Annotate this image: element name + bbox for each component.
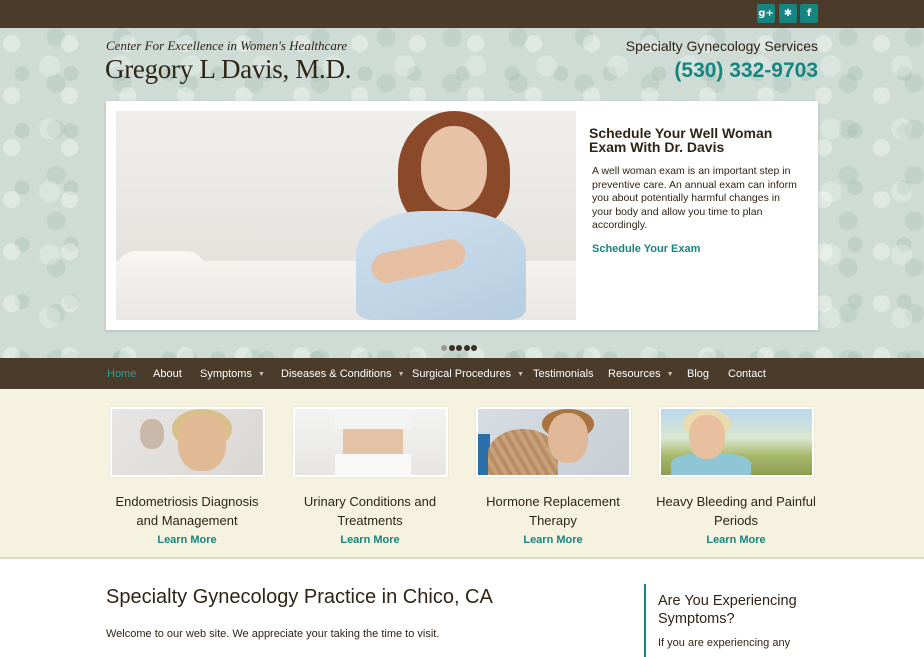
top-bar: g+ ✱ f xyxy=(0,0,924,28)
feature-card-heavy-bleeding: Heavy Bleeding and Painful Periods Learn… xyxy=(653,407,819,546)
slider-dot[interactable] xyxy=(471,345,477,351)
nav-item-testimonials[interactable]: Testimonials xyxy=(533,368,594,380)
slide-photo-woman xyxy=(116,111,576,320)
sidebar-title: Are You Experiencing Symptoms? xyxy=(658,593,797,627)
nav-item-symptoms[interactable]: Symptoms ▼ xyxy=(200,368,265,380)
sidebar-text: If you are experiencing any xyxy=(658,637,791,649)
nav-item-home[interactable]: Home xyxy=(107,368,136,380)
nav-item-about[interactable]: About xyxy=(153,368,182,380)
nav-item-diseases-conditions[interactable]: Diseases & Conditions ▼ xyxy=(281,368,405,380)
slider-dot[interactable] xyxy=(463,345,470,351)
chevron-down-icon: ▼ xyxy=(666,371,674,378)
feature-card-endometriosis: Endometriosis Diagnosis and Management L… xyxy=(104,407,270,546)
learn-more-link[interactable]: Learn More xyxy=(287,534,453,546)
learn-more-link[interactable]: Learn More xyxy=(653,534,819,546)
feature-title: Hormone Replacement Therapy xyxy=(486,494,620,528)
learn-more-link[interactable]: Learn More xyxy=(104,534,270,546)
main-nav: Home About Symptoms ▼ Diseases & Conditio… xyxy=(0,358,924,389)
slide-title: Schedule Your Well Woman Exam With Dr. D… xyxy=(589,125,773,155)
slider-dot[interactable] xyxy=(441,345,447,351)
schedule-exam-link[interactable]: Schedule Your Exam xyxy=(592,243,700,255)
feature-title: Endometriosis Diagnosis and Management xyxy=(115,494,259,528)
nav-item-contact[interactable]: Contact xyxy=(728,368,766,380)
hero-slider: Schedule Your Well Woman Exam With Dr. D… xyxy=(106,101,818,330)
slider-dot[interactable] xyxy=(456,345,462,351)
facebook-icon[interactable]: f xyxy=(800,4,818,23)
feature-card-urinary: Urinary Conditions and Treatments Learn … xyxy=(287,407,453,546)
chevron-down-icon: ▼ xyxy=(397,371,405,378)
phone-number-link[interactable]: (530) 332-9703 xyxy=(674,59,818,83)
chevron-down-icon: ▼ xyxy=(517,371,524,378)
site-tagline: Center For Excellence in Women's Healthc… xyxy=(106,38,348,53)
feature-band: Endometriosis Diagnosis and Management L… xyxy=(0,389,924,559)
chevron-down-icon: ▼ xyxy=(257,371,265,378)
feature-card-hormone: Hormone Replacement Therapy Learn More xyxy=(470,407,636,546)
slide-text: A well woman exam is an important step i… xyxy=(592,165,797,231)
feature-title: Heavy Bleeding and Painful Periods xyxy=(656,494,816,528)
nav-item-resources[interactable]: Resources ▼ xyxy=(608,368,674,380)
google-plus-icon[interactable]: g+ xyxy=(757,4,775,23)
feature-thumbnail[interactable] xyxy=(292,407,448,477)
nav-item-blog[interactable]: Blog xyxy=(687,368,709,380)
services-heading: Specialty Gynecology Services xyxy=(625,38,818,54)
feature-thumbnail[interactable] xyxy=(109,407,265,477)
yelp-icon[interactable]: ✱ xyxy=(779,4,797,23)
site-logo-name[interactable]: Gregory L Davis, M.D. xyxy=(105,54,351,85)
sidebar-widget: Are You Experiencing Symptoms? If you ar… xyxy=(644,584,824,657)
feature-thumbnail[interactable] xyxy=(658,407,814,477)
feature-title: Urinary Conditions and Treatments xyxy=(303,494,437,528)
nav-item-surgical-procedures[interactable]: Surgical Procedures ▼ xyxy=(412,368,524,380)
learn-more-link[interactable]: Learn More xyxy=(470,534,636,546)
slider-pagination xyxy=(441,338,479,351)
page-title: Specialty Gynecology Practice in Chico, … xyxy=(106,586,493,608)
slider-dot[interactable] xyxy=(448,345,455,351)
feature-thumbnail[interactable] xyxy=(475,407,631,477)
intro-text: Welcome to our web site. We appreciate y… xyxy=(106,628,440,640)
